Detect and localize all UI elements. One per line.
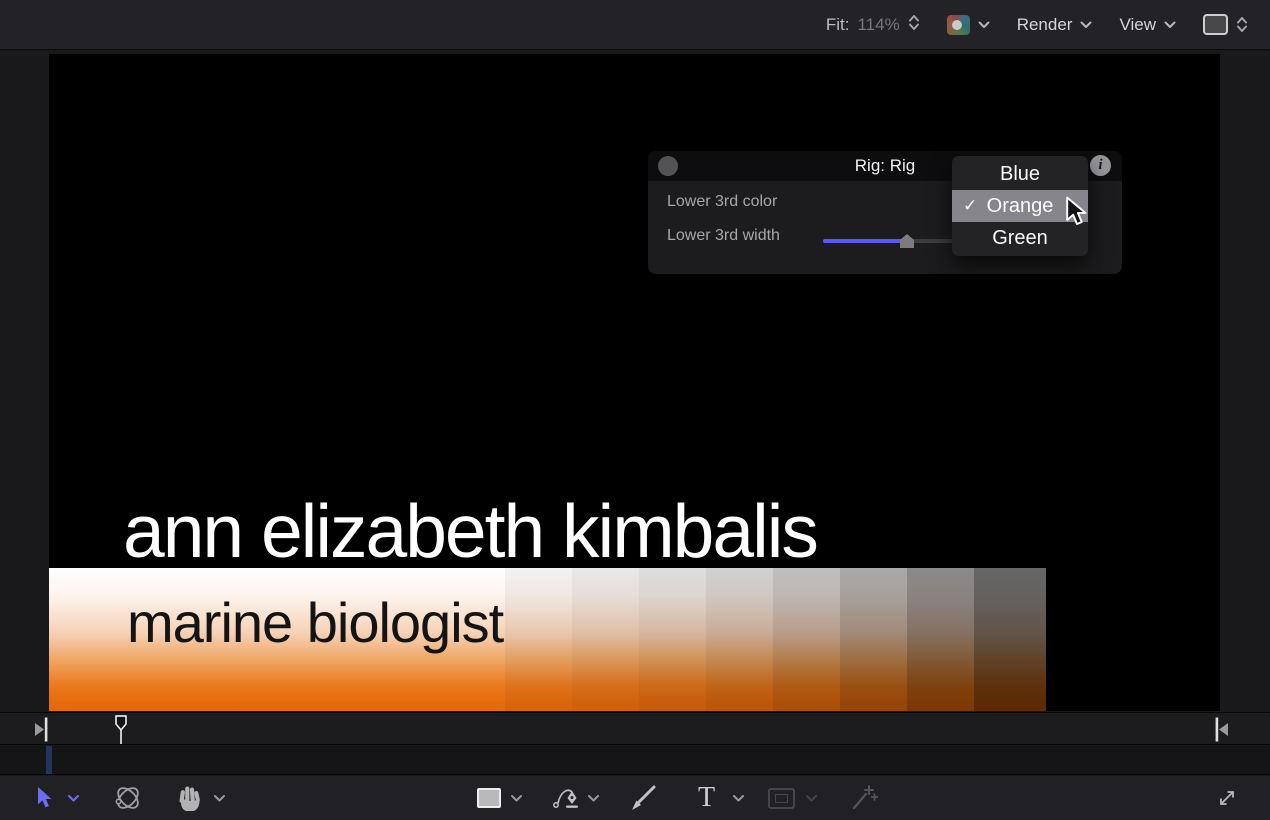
mini-timeline[interactable] [0, 746, 1270, 775]
lower-third-title-text[interactable]: ann elizabeth kimbalis [123, 488, 817, 574]
lower-3rd-width-slider[interactable] [823, 239, 953, 243]
bezier-pen-icon [552, 783, 582, 813]
text-tool-button[interactable]: T [698, 776, 715, 820]
canvas-toolbar: Fit: 114% Render View [0, 0, 1270, 50]
view-menu-button[interactable]: View [1119, 15, 1176, 35]
checkmark-icon: ✓ [963, 190, 977, 222]
pan-tool-button[interactable] [177, 776, 202, 820]
mouse-cursor-icon [1064, 196, 1088, 233]
adjust-tool-button-disabled [850, 776, 878, 820]
view-menu-label: View [1119, 15, 1156, 35]
hand-icon [177, 785, 202, 812]
timeline-scrubber[interactable] [0, 712, 1270, 745]
chevron-down-icon [1080, 21, 1092, 29]
slider-thumb[interactable] [900, 234, 914, 248]
zoom-control[interactable]: Fit: 114% [826, 13, 920, 37]
select-tool-menu-chevron[interactable] [68, 776, 79, 820]
lower-3rd-width-label: Lower 3rd width [667, 227, 780, 245]
select-tool-button[interactable] [36, 776, 53, 820]
paint-stroke-tool-button[interactable] [630, 776, 658, 820]
menu-item-label: Blue [1000, 163, 1040, 185]
lower-third-subtitle-text[interactable]: marine biologist [127, 590, 503, 655]
menu-item-label: Green [992, 227, 1048, 249]
rectangle-icon [477, 788, 501, 808]
display-icon [1203, 14, 1228, 35]
info-icon[interactable]: i [1090, 155, 1111, 176]
display-stepper-icon [1236, 15, 1248, 34]
play-range-start-marker[interactable] [34, 716, 49, 748]
orbit-3d-icon [113, 783, 143, 813]
text-tool-menu-chevron[interactable] [733, 776, 744, 820]
render-menu-button[interactable]: Render [1017, 15, 1093, 35]
text-tool-icon: T [698, 784, 715, 812]
color-well-icon[interactable] [947, 15, 970, 35]
zoom-fit-label: Fit: [826, 15, 850, 35]
transform-3d-tool-button[interactable] [113, 776, 143, 820]
bezier-tool-button[interactable] [552, 776, 582, 820]
render-menu-label: Render [1017, 15, 1073, 35]
chevron-down-icon [1164, 21, 1176, 29]
lower-3rd-color-label: Lower 3rd color [667, 193, 777, 211]
play-range-end-marker[interactable] [1214, 716, 1229, 748]
menu-item-label: Orange [987, 195, 1054, 217]
bezier-tool-menu-chevron[interactable] [588, 776, 599, 820]
menu-item-blue[interactable]: Blue [952, 158, 1088, 190]
rectangle-tool-menu-chevron[interactable] [511, 776, 522, 820]
playhead[interactable] [112, 714, 130, 750]
zoom-stepper-icon[interactable] [908, 13, 920, 37]
slider-fill [823, 239, 907, 243]
color-well-control[interactable] [947, 15, 990, 35]
mask-tool-button-disabled [768, 776, 795, 820]
color-well-dot [952, 20, 962, 30]
mask-tool-menu-chevron-disabled [806, 776, 817, 820]
paintbrush-icon [630, 784, 658, 812]
expand-diagonal-icon [1216, 787, 1238, 809]
zoom-value[interactable]: 114% [857, 15, 899, 35]
expand-canvas-button[interactable] [1216, 776, 1238, 820]
rectangle-tool-button[interactable] [477, 776, 501, 820]
tools-toolbar: T [0, 776, 1270, 820]
timeline-clip-indicator[interactable] [46, 746, 52, 774]
chevron-down-icon [978, 21, 990, 29]
display-output-control[interactable] [1203, 14, 1248, 35]
pan-tool-menu-chevron[interactable] [214, 776, 225, 820]
magic-wand-icon [850, 784, 878, 812]
select-arrow-icon [36, 786, 53, 810]
mask-rectangle-icon [768, 788, 795, 809]
